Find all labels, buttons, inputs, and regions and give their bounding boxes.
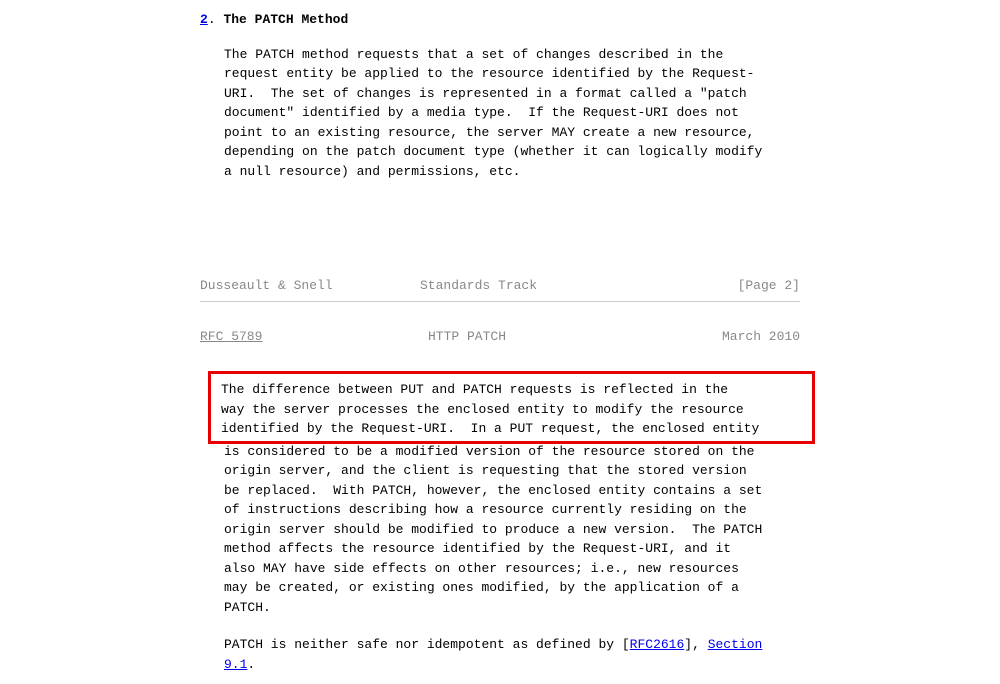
paragraph-1: The PATCH method requests that a set of … bbox=[224, 45, 800, 182]
section-9-1-link[interactable]: 9.1 bbox=[224, 657, 247, 672]
rfc2616-link[interactable]: RFC2616 bbox=[630, 637, 685, 652]
para3-mid: ], bbox=[684, 637, 707, 652]
highlight-wrapper: The difference between PUT and PATCH req… bbox=[208, 371, 815, 444]
section-number-link[interactable]: 2 bbox=[200, 12, 208, 27]
header-title: HTTP PATCH bbox=[428, 327, 506, 347]
para3-suffix: . bbox=[247, 657, 255, 672]
paragraph-2-continuation: is considered to be a modified version o… bbox=[224, 442, 800, 618]
footer-page: [Page 2] bbox=[738, 276, 800, 296]
section-dot: . bbox=[208, 12, 216, 27]
footer-authors: Dusseault & Snell bbox=[200, 276, 420, 296]
section-9-1-link-pre[interactable]: Section bbox=[708, 637, 763, 652]
page-footer: Dusseault & SnellStandards Track [Page 2] bbox=[200, 276, 800, 301]
highlight-box: The difference between PUT and PATCH req… bbox=[208, 371, 815, 444]
page-header: RFC 5789 HTTP PATCH March 2010 bbox=[200, 327, 800, 347]
section-title: The PATCH Method bbox=[223, 12, 348, 27]
document-container: 2. The PATCH Method The PATCH method req… bbox=[200, 10, 800, 674]
page-divider bbox=[200, 301, 800, 302]
rfc-header-link[interactable]: RFC 5789 bbox=[200, 329, 262, 344]
header-date: March 2010 bbox=[722, 327, 800, 347]
footer-track: Standards Track bbox=[420, 276, 620, 296]
page-spacer bbox=[200, 181, 800, 276]
paragraph-3: PATCH is neither safe nor idempotent as … bbox=[224, 635, 800, 674]
para3-prefix: PATCH is neither safe nor idempotent as … bbox=[224, 637, 630, 652]
section-header: 2. The PATCH Method bbox=[200, 10, 800, 30]
